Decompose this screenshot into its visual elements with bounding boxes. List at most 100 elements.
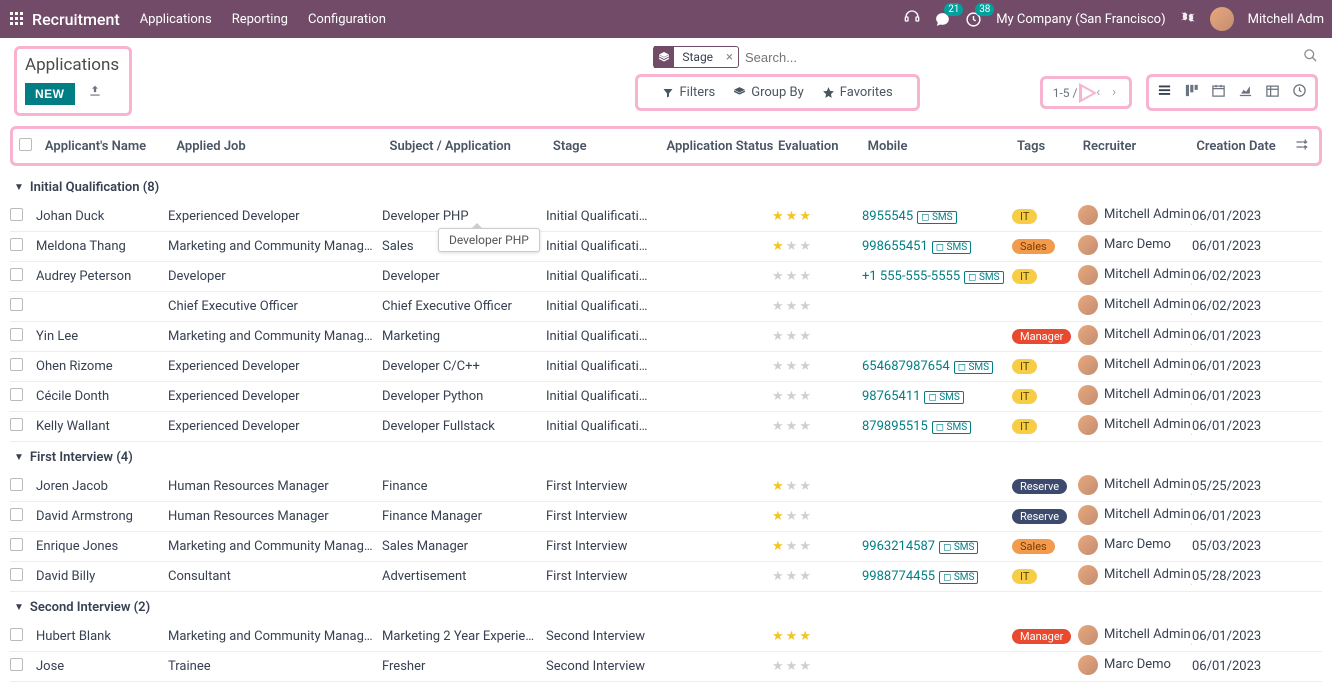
nav-item-applications[interactable]: Applications	[140, 12, 212, 27]
pivot-view-icon[interactable]	[1265, 83, 1280, 102]
favorites-button[interactable]: Favorites	[822, 85, 893, 100]
row-checkbox[interactable]	[10, 298, 23, 311]
company-selector[interactable]: My Company (San Francisco)	[996, 12, 1165, 27]
upload-icon[interactable]	[88, 87, 102, 102]
table-row[interactable]: Chief Executive Officer Chief Executive …	[10, 292, 1322, 322]
table-row[interactable]: Meldona Thang Marketing and Community Ma…	[10, 232, 1322, 262]
messages-icon[interactable]: 21	[934, 11, 951, 28]
mobile-link[interactable]: 9963214587	[862, 539, 935, 554]
star-rating[interactable]: ★★★	[772, 209, 813, 224]
table-row[interactable]: Audrey Peterson Developer Developer Init…	[10, 262, 1322, 292]
sms-badge[interactable]: ◻ SMS	[939, 571, 978, 584]
nav-item-configuration[interactable]: Configuration	[308, 12, 386, 27]
row-checkbox[interactable]	[10, 418, 23, 431]
row-checkbox[interactable]	[10, 268, 23, 281]
star-rating[interactable]: ★★★	[772, 329, 813, 344]
mobile-link[interactable]: +1 555-555-5555	[862, 269, 960, 284]
star-rating[interactable]: ★★★	[772, 509, 813, 524]
sms-badge[interactable]: ◻ SMS	[932, 421, 971, 434]
nav-item-reporting[interactable]: Reporting	[232, 12, 288, 27]
table-row[interactable]: Hubert Blank Marketing and Community Man…	[10, 622, 1322, 652]
user-avatar[interactable]	[1210, 7, 1234, 31]
debug-icon[interactable]	[1180, 9, 1196, 29]
search-input[interactable]	[739, 47, 1299, 68]
table-row[interactable]: Ohen Rizome Experienced Developer Develo…	[10, 352, 1322, 382]
table-row[interactable]: Enrique Jones Marketing and Community Ma…	[10, 532, 1322, 562]
table-row[interactable]: Joren Jacob Human Resources Manager Fina…	[10, 472, 1322, 502]
sms-badge[interactable]: ◻ SMS	[932, 241, 971, 254]
app-brand[interactable]: Recruitment	[32, 10, 120, 29]
list-view-icon[interactable]	[1157, 83, 1172, 102]
groupby-button[interactable]: Group By	[733, 85, 804, 100]
star-rating[interactable]: ★★★	[772, 569, 813, 584]
select-all-checkbox[interactable]	[19, 138, 32, 151]
star-rating[interactable]: ★★★	[772, 419, 813, 434]
sms-badge[interactable]: ◻ SMS	[964, 271, 1003, 284]
star-rating[interactable]: ★★★	[772, 269, 813, 284]
user-name[interactable]: Mitchell Adm	[1248, 12, 1324, 27]
apps-grid-icon[interactable]	[8, 10, 26, 28]
group-header[interactable]: ▼Initial Qualification (8)	[10, 172, 1322, 202]
search-icon[interactable]	[1303, 48, 1318, 67]
sms-badge[interactable]: ◻ SMS	[917, 211, 956, 224]
col-evaluation[interactable]: Evaluation	[778, 139, 868, 154]
row-checkbox[interactable]	[10, 388, 23, 401]
close-icon[interactable]: ×	[721, 50, 738, 65]
star-rating[interactable]: ★★★	[772, 629, 813, 644]
col-stage[interactable]: Stage	[553, 139, 667, 154]
table-row[interactable]: Johan Duck Experienced Developer Develop…	[10, 202, 1322, 232]
group-header[interactable]: ▼Second Interview (2)	[10, 592, 1322, 622]
mobile-link[interactable]: 9988774455	[862, 569, 935, 584]
row-checkbox[interactable]	[10, 508, 23, 521]
table-row[interactable]: Kelly Wallant Experienced Developer Deve…	[10, 412, 1322, 442]
row-checkbox[interactable]	[10, 568, 23, 581]
row-checkbox[interactable]	[10, 628, 23, 641]
row-checkbox[interactable]	[10, 328, 23, 341]
mobile-link[interactable]: 654687987654	[862, 359, 950, 374]
col-tags[interactable]: Tags	[1017, 139, 1083, 154]
sms-badge[interactable]: ◻ SMS	[954, 361, 993, 374]
col-name[interactable]: Applicant's Name	[45, 139, 176, 154]
table-row[interactable]: David Billy Consultant Advertisement Fir…	[10, 562, 1322, 592]
star-rating[interactable]: ★★★	[772, 239, 813, 254]
sms-badge[interactable]: ◻ SMS	[924, 391, 963, 404]
table-row[interactable]: Jose Trainee Fresher Second Interview ★★…	[10, 652, 1322, 682]
chevron-right-icon[interactable]: ›	[1109, 85, 1119, 100]
col-mobile[interactable]: Mobile	[868, 139, 1017, 154]
row-checkbox[interactable]	[10, 658, 23, 671]
row-checkbox[interactable]	[10, 538, 23, 551]
activity-view-icon[interactable]	[1292, 83, 1307, 102]
calendar-view-icon[interactable]	[1211, 83, 1226, 102]
sms-badge[interactable]: ◻ SMS	[939, 541, 978, 554]
star-rating[interactable]: ★★★	[772, 539, 813, 554]
mobile-link[interactable]: 8955545	[862, 209, 913, 224]
star-rating[interactable]: ★★★	[772, 479, 813, 494]
star-rating[interactable]: ★★★	[772, 299, 813, 314]
group-header[interactable]: ▼First Interview (4)	[10, 442, 1322, 472]
mobile-link[interactable]: 98765411	[862, 389, 920, 404]
col-recruiter[interactable]: Recruiter	[1083, 139, 1197, 154]
mobile-link[interactable]: 998655451	[862, 239, 928, 254]
col-subject[interactable]: Subject / Application	[390, 139, 553, 154]
row-checkbox[interactable]	[10, 478, 23, 491]
kanban-view-icon[interactable]	[1184, 83, 1199, 102]
filters-button[interactable]: Filters	[662, 85, 715, 100]
row-checkbox[interactable]	[10, 238, 23, 251]
col-date[interactable]: Creation Date	[1196, 139, 1294, 154]
table-row[interactable]: Yin Lee Marketing and Community Manager …	[10, 322, 1322, 352]
new-button[interactable]: NEW	[25, 83, 75, 105]
col-status[interactable]: Application Status	[666, 139, 778, 154]
star-rating[interactable]: ★★★	[772, 359, 813, 374]
col-job[interactable]: Applied Job	[176, 139, 389, 154]
graph-view-icon[interactable]	[1238, 83, 1253, 102]
column-settings-icon[interactable]	[1294, 137, 1313, 156]
table-row[interactable]: David Armstrong Human Resources Manager …	[10, 502, 1322, 532]
row-checkbox[interactable]	[10, 358, 23, 371]
table-row[interactable]: Cécile Donth Experienced Developer Devel…	[10, 382, 1322, 412]
star-rating[interactable]: ★★★	[772, 389, 813, 404]
mobile-link[interactable]: 879895515	[862, 419, 928, 434]
row-checkbox[interactable]	[10, 208, 23, 221]
phone-icon[interactable]	[904, 9, 920, 29]
star-rating[interactable]: ★★★	[772, 659, 813, 674]
search-facet-stage[interactable]: Stage ×	[653, 46, 739, 68]
